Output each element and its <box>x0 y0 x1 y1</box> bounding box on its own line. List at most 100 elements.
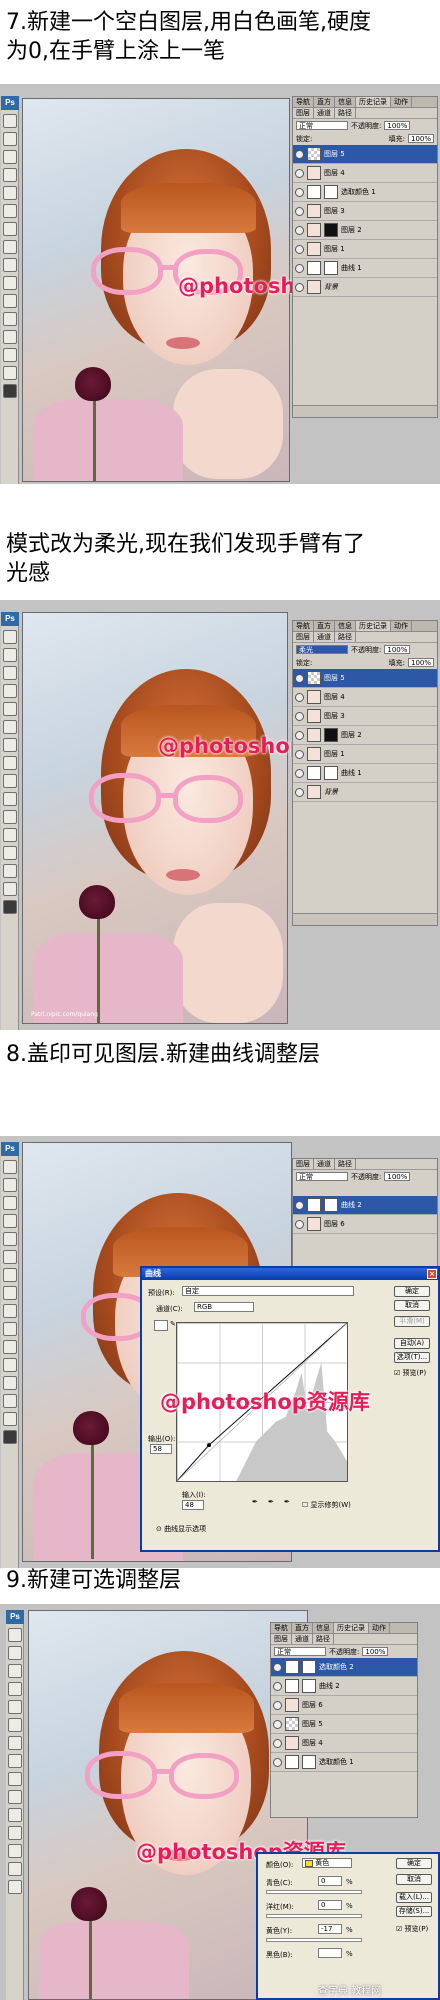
shape-tool-icon[interactable] <box>3 1376 17 1390</box>
preview-checkbox[interactable]: ☑ 预览(P) <box>396 1924 428 1934</box>
magic-wand-tool-icon[interactable] <box>8 1682 22 1696</box>
input-input[interactable]: 48 <box>182 1500 204 1510</box>
hand-tool-icon[interactable] <box>3 348 17 362</box>
tab-info[interactable]: 信息 <box>335 621 356 631</box>
eraser-tool-icon[interactable] <box>8 1754 22 1768</box>
eye-icon[interactable] <box>295 263 304 273</box>
tab-histogram[interactable]: 直方 <box>314 97 335 107</box>
crop-tool-icon[interactable] <box>8 1700 22 1714</box>
magic-wand-tool-icon[interactable] <box>3 168 17 182</box>
eye-icon[interactable] <box>295 1219 304 1229</box>
cyan-slider[interactable] <box>266 1890 362 1894</box>
layer-row[interactable]: 选取颜色 1 <box>293 183 437 202</box>
blend-mode-select[interactable]: 正常 <box>296 1172 348 1181</box>
dodge-tool-icon[interactable] <box>3 792 17 806</box>
tab-navigator[interactable]: 导航 <box>271 1623 292 1633</box>
eye-icon[interactable] <box>273 1681 282 1691</box>
type-tool-icon[interactable] <box>8 1826 22 1840</box>
layer-row[interactable]: 图层 1 <box>293 240 437 259</box>
layer-row[interactable]: 曲线 1 <box>293 259 437 278</box>
layer-row[interactable]: 图层 1 <box>293 745 437 764</box>
tab-channels[interactable]: 通道 <box>314 1159 335 1169</box>
eye-icon[interactable] <box>295 225 304 235</box>
eye-icon[interactable] <box>295 692 304 702</box>
close-icon[interactable]: × <box>427 1269 437 1279</box>
pen-tool-icon[interactable] <box>8 1808 22 1822</box>
eraser-tool-icon[interactable] <box>3 756 17 770</box>
move-tool-icon[interactable] <box>3 630 17 644</box>
magic-wand-tool-icon[interactable] <box>3 1214 17 1228</box>
eyedropper-gray-icon[interactable]: ✒ <box>268 1498 274 1506</box>
layer-row[interactable]: 图层 4 <box>293 688 437 707</box>
zoom-tool-icon[interactable] <box>3 882 17 896</box>
lasso-tool-icon[interactable] <box>3 666 17 680</box>
layer-row[interactable]: 图层 6 <box>293 1215 437 1234</box>
hand-tool-icon[interactable] <box>8 1862 22 1876</box>
eye-icon[interactable] <box>295 168 304 178</box>
opacity-input[interactable]: 100% <box>362 1647 389 1656</box>
eyedropper-black-icon[interactable]: ✒ <box>252 1498 258 1506</box>
output-input[interactable]: 58 <box>150 1444 172 1454</box>
eye-icon[interactable] <box>295 787 304 797</box>
type-tool-icon[interactable] <box>3 828 17 842</box>
stamp-tool-icon[interactable] <box>8 1736 22 1750</box>
tab-channels[interactable]: 通道 <box>314 108 335 118</box>
zoom-tool-icon[interactable] <box>3 366 17 380</box>
layer-row[interactable]: 曲线 1 <box>293 764 437 783</box>
gradient-tool-icon[interactable] <box>3 774 17 788</box>
tab-actions[interactable]: 动作 <box>391 621 412 631</box>
magic-wand-tool-icon[interactable] <box>3 684 17 698</box>
tab-paths[interactable]: 路径 <box>335 632 356 642</box>
lasso-tool-icon[interactable] <box>8 1664 22 1678</box>
fill-input[interactable]: 100% <box>407 658 434 667</box>
type-tool-icon[interactable] <box>3 312 17 326</box>
layer-row[interactable]: 图层 2 <box>293 221 437 240</box>
layer-row[interactable]: 图层 4 <box>293 164 437 183</box>
save-button[interactable]: 存储(S)... <box>396 1906 432 1917</box>
layer-row[interactable]: 图层 5 <box>293 669 437 688</box>
yellow-input[interactable]: -17 <box>318 1924 342 1934</box>
tab-layers[interactable]: 图层 <box>271 1634 292 1644</box>
layer-row[interactable]: 选取颜色 1 <box>271 1753 417 1772</box>
foreground-color-icon[interactable] <box>3 900 17 914</box>
preset-select[interactable]: 自定 <box>182 1286 354 1296</box>
eye-icon[interactable] <box>295 244 304 254</box>
dodge-tool-icon[interactable] <box>3 1322 17 1336</box>
layer-row[interactable]: 背景 <box>293 278 437 297</box>
eye-icon[interactable] <box>273 1700 282 1710</box>
tab-navigator[interactable]: 导航 <box>293 97 314 107</box>
lasso-tool-icon[interactable] <box>3 150 17 164</box>
auto-button[interactable]: 自动(A) <box>394 1338 430 1349</box>
eraser-tool-icon[interactable] <box>3 240 17 254</box>
preview-checkbox[interactable]: ☑ 预览(P) <box>394 1368 426 1378</box>
eye-icon[interactable] <box>273 1662 282 1672</box>
dodge-tool-icon[interactable] <box>8 1790 22 1804</box>
layer-row[interactable]: 背景 <box>293 783 437 802</box>
layer-row[interactable]: 选取颜色 2 <box>271 1658 417 1677</box>
tab-actions[interactable]: 动作 <box>391 97 412 107</box>
load-button[interactable]: 载入(L)... <box>396 1892 432 1903</box>
smooth-button[interactable]: 平滑(M) <box>394 1316 430 1327</box>
eye-icon[interactable] <box>295 1200 304 1210</box>
show-clipping-checkbox[interactable]: ☐ 显示修剪(W) <box>302 1500 351 1510</box>
color-select[interactable]: 黄色 <box>302 1858 352 1868</box>
tab-navigator[interactable]: 导航 <box>293 621 314 631</box>
pen-tool-icon[interactable] <box>3 294 17 308</box>
opacity-input[interactable]: 100% <box>384 645 411 654</box>
eye-icon[interactable] <box>295 673 304 683</box>
foreground-color-icon[interactable] <box>3 384 17 398</box>
opacity-input[interactable]: 100% <box>384 121 411 130</box>
blend-mode-select[interactable]: 正常 <box>274 1647 326 1656</box>
eye-icon[interactable] <box>273 1757 282 1767</box>
opacity-input[interactable]: 100% <box>384 1172 411 1181</box>
tab-channels[interactable]: 通道 <box>314 632 335 642</box>
fill-input[interactable]: 100% <box>407 134 434 143</box>
tab-paths[interactable]: 路径 <box>335 108 356 118</box>
pen-tool-icon[interactable] <box>3 810 17 824</box>
gradient-tool-icon[interactable] <box>3 1304 17 1318</box>
zoom-tool-icon[interactable] <box>8 1880 22 1894</box>
tab-paths[interactable]: 路径 <box>335 1159 356 1169</box>
brush-tool-icon[interactable] <box>3 720 17 734</box>
marquee-tool-icon[interactable] <box>3 1178 17 1192</box>
eye-icon[interactable] <box>295 149 304 159</box>
